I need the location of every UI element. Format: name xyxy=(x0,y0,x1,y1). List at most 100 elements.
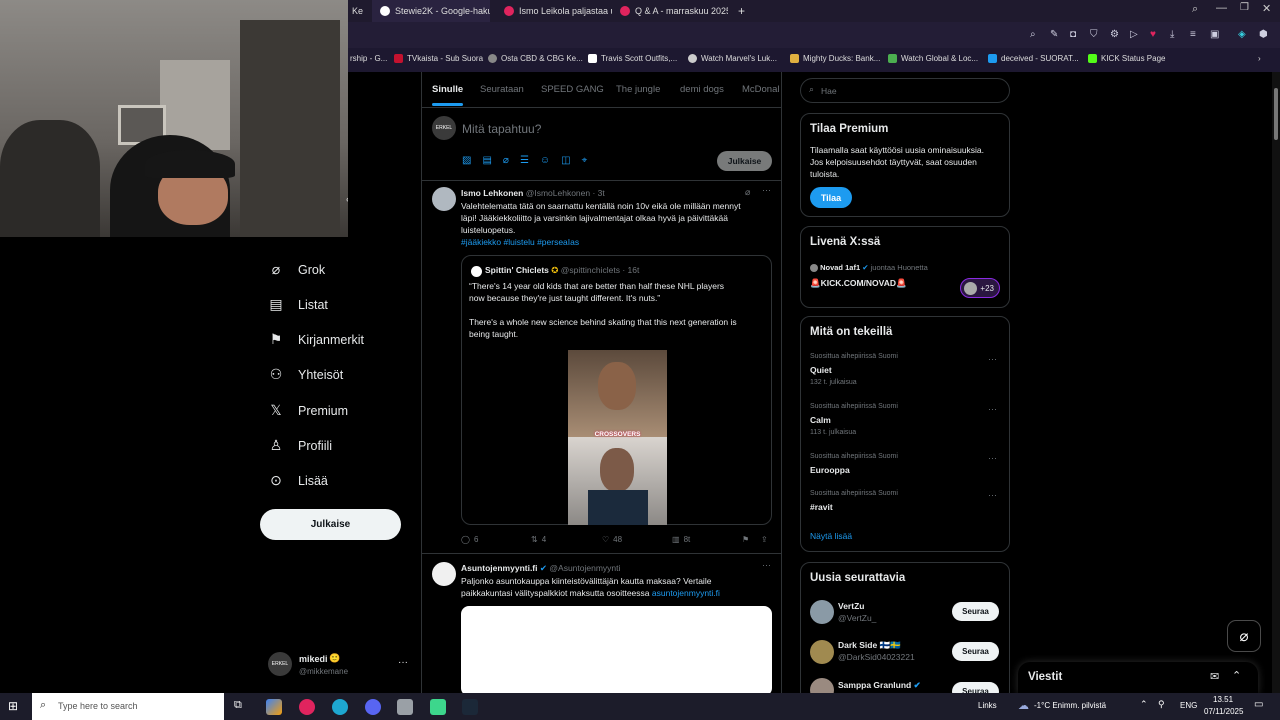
search-input[interactable]: Hae xyxy=(821,86,837,96)
copilot-icon[interactable] xyxy=(266,699,282,715)
tweet-time[interactable]: · 3t xyxy=(592,188,604,198)
app-icon[interactable]: ◈ xyxy=(1238,29,1246,40)
weather-text[interactable]: -1°C Enimm. pilvistä xyxy=(1034,701,1106,710)
tweet-avatar[interactable] xyxy=(432,187,456,211)
quoted-video[interactable]: CROSSOVERS xyxy=(568,350,667,525)
tweet-author-handle[interactable]: @IsmoLehkonen xyxy=(526,188,590,198)
heart-icon[interactable]: ♥ xyxy=(1150,29,1156,40)
image-icon[interactable]: ▨ xyxy=(462,155,471,166)
minimize-icon[interactable]: — xyxy=(1216,2,1227,14)
tab-demi-dogs[interactable]: demi dogs xyxy=(680,84,724,95)
grok-icon[interactable]: ⌀ xyxy=(745,187,750,198)
follow-avatar[interactable] xyxy=(810,600,834,624)
post-button[interactable]: Julkaise xyxy=(260,509,401,540)
tweet-link[interactable]: asuntojenmyynti.fi xyxy=(652,588,720,598)
tweet-menu-icon[interactable]: ··· xyxy=(762,560,771,570)
schedule-icon[interactable]: ◫ xyxy=(561,155,570,166)
task-view-icon[interactable]: ⧉ xyxy=(234,699,242,712)
wallet-icon[interactable]: ▣ xyxy=(1210,29,1219,40)
composer-input[interactable]: Mitä tapahtuu? xyxy=(462,122,541,136)
bookmark[interactable]: Watch Marvel's Luk... xyxy=(688,54,777,63)
edge-icon[interactable] xyxy=(332,699,348,715)
show-more-link[interactable]: Näytä lisää xyxy=(810,531,852,541)
bookmark[interactable]: deceived - SUORAT... xyxy=(988,54,1079,63)
bookmark[interactable]: Osta CBD & CBG Ke... xyxy=(488,54,583,63)
steam-icon[interactable] xyxy=(462,699,478,715)
follow-name[interactable]: VertZu xyxy=(838,601,864,611)
clock-date[interactable]: 07/11/2025 xyxy=(1204,707,1243,716)
bookmark[interactable]: TVkaista - Sub Suora xyxy=(394,54,483,63)
tweet-hashtags[interactable]: #jääkiekko #luistelu #perseaIas xyxy=(461,236,741,248)
taskbar-search[interactable]: ⌕ Type here to search xyxy=(32,693,224,720)
messages-drawer[interactable]: Viestit ✉ ⌃ xyxy=(1018,662,1258,694)
poll-icon[interactable]: ☰ xyxy=(520,155,529,166)
bookmark[interactable]: Mighty Ducks: Bank... xyxy=(790,54,880,63)
trend-menu-icon[interactable]: ··· xyxy=(988,490,997,500)
subscribe-button[interactable]: Tilaa xyxy=(810,187,852,208)
page-scrollbar[interactable] xyxy=(1272,72,1280,693)
share-button[interactable]: ⇪ xyxy=(761,535,768,544)
tweet-author-name[interactable]: Ismo Lehkonen xyxy=(461,188,523,198)
sidebar-item-premium[interactable]: 𝕏 Premium xyxy=(268,402,348,419)
restore-icon[interactable]: ❐ xyxy=(1240,2,1249,13)
taskbar-links[interactable]: Links xyxy=(978,701,997,710)
app-icon[interactable] xyxy=(430,699,446,715)
notifications-icon[interactable]: ▭ xyxy=(1254,699,1263,710)
follow-name[interactable]: Samppa Granlund xyxy=(838,680,911,690)
search-icon[interactable]: ⌕ xyxy=(1192,3,1198,16)
browser-tab-active[interactable]: Stewie2K - Google-haku xyxy=(372,0,490,22)
live-room-title[interactable]: 🚨KICK.COM/NOVAD🚨 xyxy=(810,278,907,289)
tab-the-jungle[interactable]: The jungle xyxy=(616,84,660,95)
opera-icon[interactable] xyxy=(299,699,315,715)
trend-name[interactable]: Calm xyxy=(810,415,831,425)
sidebar-item-more[interactable]: ⊙ Lisää xyxy=(268,472,328,489)
repost-button[interactable]: ⇅ 4 xyxy=(531,535,546,544)
gif-icon[interactable]: ▤ xyxy=(482,155,491,166)
cube-icon[interactable]: ⬢ xyxy=(1259,29,1268,40)
tweet-author-name[interactable]: Asuntojenmyynti.fi xyxy=(461,563,538,573)
camera-icon[interactable]: ◘ xyxy=(1070,29,1076,40)
sidebar-item-bookmarks[interactable]: ⚑ Kirjanmerkit xyxy=(268,331,364,348)
views-button[interactable]: ▥ 8t xyxy=(672,535,690,544)
trend-name[interactable]: Eurooppa xyxy=(810,465,850,475)
download-icon[interactable]: ⤓ xyxy=(1170,29,1174,40)
browser-tab[interactable]: Ismo Leikola paljastaa urs xyxy=(496,0,612,22)
tab-speed-gang[interactable]: SPEED GANG xyxy=(541,84,604,95)
tab-following[interactable]: Seurataan xyxy=(480,84,524,95)
expand-icon[interactable]: ⌃ xyxy=(1232,669,1241,682)
scrollbar-thumb[interactable] xyxy=(1274,88,1278,140)
tab-mcdonal[interactable]: McDonal xyxy=(742,84,780,95)
discord-icon[interactable] xyxy=(365,699,381,715)
shield-icon[interactable]: ⛉ xyxy=(1090,29,1098,40)
app-icon[interactable] xyxy=(397,699,413,715)
tweet-author-handle[interactable]: @Asuntojenmyynti xyxy=(549,563,620,573)
bookmark[interactable]: rship - G... xyxy=(350,54,387,63)
trend-menu-icon[interactable]: ··· xyxy=(988,354,997,364)
bookmarks-overflow-icon[interactable]: › xyxy=(1258,54,1261,63)
trend-menu-icon[interactable]: ··· xyxy=(988,453,997,463)
bookmark[interactable]: KICK Status Page xyxy=(1088,54,1165,63)
account-menu-icon[interactable]: ··· xyxy=(398,657,408,668)
sidebar-item-lists[interactable]: ▤ Listat xyxy=(268,296,328,313)
tab-for-you[interactable]: Sinulle xyxy=(432,84,464,106)
sidebar-item-grok[interactable]: ⌀ Grok xyxy=(268,261,325,278)
clock-time[interactable]: 13.51 xyxy=(1213,695,1233,704)
account-avatar[interactable]: ERKEL xyxy=(268,652,292,676)
play-icon[interactable]: ▷ xyxy=(1130,29,1138,40)
taskbar-search-input[interactable]: Type here to search xyxy=(58,701,138,711)
search-box[interactable]: ⌕ Hae xyxy=(800,78,1010,103)
menu-icon[interactable]: ≡ xyxy=(1190,29,1196,40)
grok-icon[interactable]: ⌀ xyxy=(503,155,509,166)
close-icon[interactable]: ✕ xyxy=(1262,2,1271,15)
windows-start-icon[interactable]: ⊞ xyxy=(8,699,18,713)
browser-tab[interactable]: Ke xyxy=(344,0,372,22)
reply-button[interactable]: ◯ 6 xyxy=(461,535,478,544)
bookmark[interactable]: Travis Scott Outfits,... xyxy=(588,54,677,63)
follow-avatar[interactable] xyxy=(810,640,834,664)
follow-button[interactable]: Seuraa xyxy=(952,642,999,661)
emoji-icon[interactable]: ☺ xyxy=(540,155,550,166)
search-icon[interactable]: ⌕ xyxy=(1030,29,1036,40)
tweet-media[interactable] xyxy=(461,606,772,693)
sidebar-item-communities[interactable]: ⚇ Yhteisöt xyxy=(268,366,343,383)
tweet-menu-icon[interactable]: ··· xyxy=(762,185,771,195)
